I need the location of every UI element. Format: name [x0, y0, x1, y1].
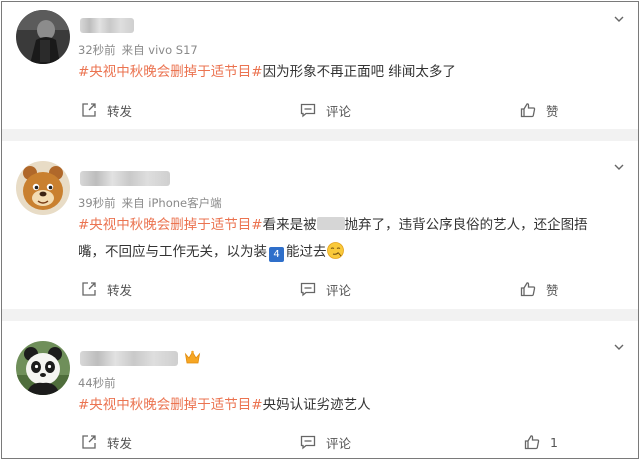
like-button[interactable]: 1	[524, 432, 558, 452]
repost-button[interactable]: 转发	[81, 100, 132, 120]
comment-meta: 44秒前	[78, 375, 122, 391]
chevron-down-icon[interactable]	[614, 162, 624, 172]
comment-text: #央视中秋晚会删掉于适节目#因为形象不再正面吧 绯闻太多了	[78, 59, 618, 86]
card-separator	[2, 309, 638, 321]
source: 来自 iPhone客户端	[121, 196, 222, 210]
share-icon	[82, 435, 96, 449]
comment-meta: 39秒前 来自 iPhone客户端	[78, 195, 228, 211]
hashtag-link[interactable]: #央视中秋晚会删掉于适节目#	[78, 64, 263, 80]
comment-body-part: 嘴，不回应与工作无关，以为装	[78, 244, 267, 260]
repost-label: 转发	[107, 103, 133, 119]
timestamp: 44秒前	[78, 376, 116, 390]
action-bar: 转发 评论 1	[2, 432, 638, 452]
comment-label: 评论	[326, 435, 352, 451]
comment-card: 32秒前 来自 vivo S17 #央视中秋晚会删掉于适节目#因为形象不再正面吧 …	[2, 2, 638, 129]
comment-label: 评论	[326, 282, 352, 298]
comment-icon	[300, 435, 316, 450]
comment-card: 39秒前 来自 iPhone客户端 #央视中秋晚会删掉于适节目#看来是被 抛弃了，违…	[2, 141, 638, 309]
avatar[interactable]	[16, 161, 70, 215]
comment-body-part: 抛弃了，违背公序良俗的艺人，还企图捂	[344, 217, 588, 233]
share-icon	[82, 103, 96, 117]
thumbs-up-icon	[520, 103, 536, 118]
action-bar: 转发 评论 赞	[2, 100, 638, 120]
chevron-down-icon[interactable]	[614, 14, 624, 24]
comment-body-part: 看来是被	[262, 217, 317, 233]
action-bar: 转发 评论 赞	[2, 279, 638, 299]
like-button[interactable]: 赞	[520, 100, 559, 120]
smirk-emoji-icon	[326, 242, 344, 259]
comment-text: #央视中秋晚会删掉于适节目#央妈认证劣迹艺人	[78, 392, 618, 419]
username-blurred[interactable]	[80, 351, 178, 366]
timestamp: 32秒前	[78, 43, 116, 57]
comment-label: 评论	[326, 103, 352, 119]
hashtag-link[interactable]: #央视中秋晚会删掉于适节目#	[78, 397, 263, 413]
comment-button[interactable]: 评论	[300, 100, 351, 120]
comment-icon	[300, 282, 316, 297]
comment-meta: 32秒前 来自 vivo S17	[78, 42, 204, 58]
username-blurred[interactable]	[80, 18, 134, 33]
thumbs-up-icon	[520, 282, 536, 297]
comment-body: 央妈认证劣迹艺人	[262, 397, 371, 413]
repost-label: 转发	[107, 435, 133, 451]
redacted-name	[316, 217, 345, 230]
comment-feed: 32秒前 来自 vivo S17 #央视中秋晚会删掉于适节目#因为形象不再正面吧 …	[1, 1, 639, 459]
repost-button[interactable]: 转发	[81, 432, 132, 452]
comment-body: 因为形象不再正面吧 绯闻太多了	[262, 64, 456, 80]
comment-text: #央视中秋晚会删掉于适节目#看来是被 抛弃了，违背公序良俗的艺人，还企图捂 嘴，不…	[78, 212, 618, 266]
hashtag-link[interactable]: #央视中秋晚会删掉于适节目#	[78, 217, 263, 233]
like-count: 1	[550, 434, 558, 450]
card-separator	[2, 129, 638, 141]
timestamp: 39秒前	[78, 196, 116, 210]
comment-card: 44秒前 #央视中秋晚会删掉于适节目#央妈认证劣迹艺人 转发 评论 1	[2, 321, 638, 458]
like-label: 赞	[546, 103, 559, 119]
comment-icon	[300, 103, 316, 118]
repost-label: 转发	[107, 282, 133, 298]
share-icon	[82, 282, 96, 296]
chevron-down-icon[interactable]	[614, 342, 624, 352]
like-label: 赞	[546, 282, 559, 298]
like-button[interactable]: 赞	[520, 279, 559, 299]
number-emoji: 4	[269, 247, 284, 262]
comment-button[interactable]: 评论	[300, 432, 351, 452]
username-blurred[interactable]	[80, 171, 170, 186]
thumbs-up-icon	[524, 435, 540, 450]
avatar[interactable]	[16, 341, 70, 395]
comment-button[interactable]: 评论	[300, 279, 351, 299]
source: 来自 vivo S17	[121, 43, 198, 57]
repost-button[interactable]: 转发	[81, 279, 132, 299]
comment-body-part: 能过去	[286, 244, 327, 260]
crown-icon[interactable]	[184, 350, 201, 365]
avatar[interactable]	[16, 10, 70, 64]
